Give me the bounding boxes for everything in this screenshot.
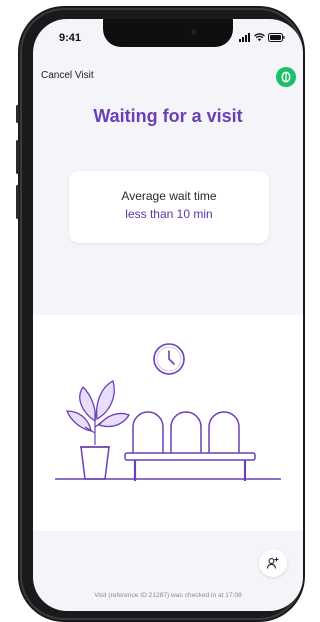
app-screen: 9:41 Cancel Visit Waiting for a visit Av…	[33, 19, 303, 611]
potted-plant-icon	[66, 380, 130, 480]
waiting-room-scene	[55, 343, 281, 481]
clock-icon	[153, 343, 185, 375]
waiting-bench-icon	[124, 411, 256, 481]
battery-icon	[268, 33, 285, 42]
wait-time-value: less than 10 min	[125, 207, 213, 221]
wifi-icon	[254, 33, 265, 42]
wait-time-card: Average wait time less than 10 min	[69, 171, 269, 243]
wait-time-label: Average wait time	[121, 189, 217, 203]
device-frame: 9:41 Cancel Visit Waiting for a visit Av…	[0, 0, 305, 622]
notch	[103, 19, 233, 47]
app-logo-button[interactable]	[276, 67, 296, 87]
signal-icon	[239, 33, 250, 42]
app-logo-icon	[281, 71, 291, 83]
page-title: Waiting for a visit	[93, 106, 243, 126]
add-person-icon	[266, 557, 279, 569]
mute-switch	[16, 105, 19, 123]
waiting-room-illustration	[33, 315, 303, 531]
camera-dot	[191, 29, 197, 35]
visit-status-footer: Visit (reference ID 21287) was checked i…	[94, 592, 242, 599]
status-time: 9:41	[59, 32, 82, 44]
volume-up-button	[16, 140, 19, 174]
add-person-button[interactable]	[259, 549, 287, 577]
cancel-visit-link[interactable]: Cancel Visit	[41, 70, 94, 81]
status-icons	[239, 33, 285, 42]
volume-down-button	[16, 185, 19, 219]
